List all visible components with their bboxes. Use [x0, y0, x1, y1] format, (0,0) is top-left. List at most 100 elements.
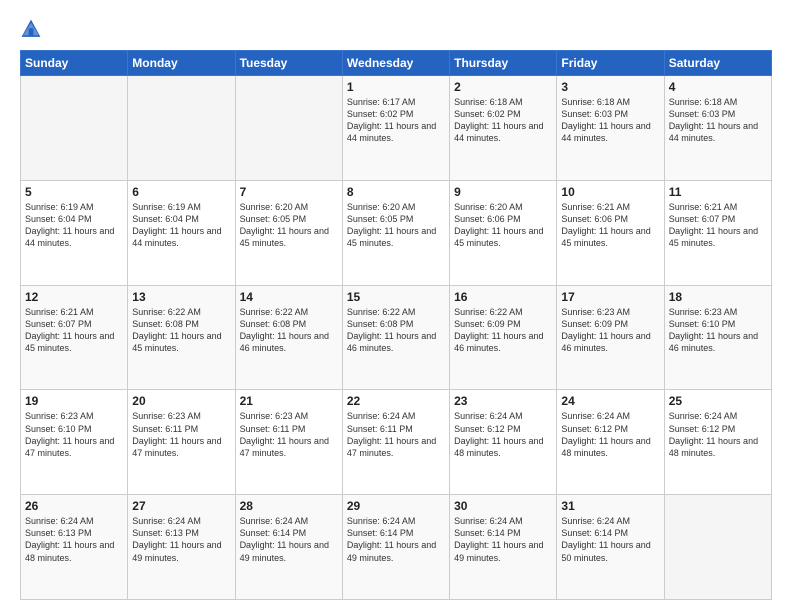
week-row-5: 26 Sunrise: 6:24 AM Sunset: 6:13 PM Dayli…	[21, 495, 772, 600]
cell-text: Sunrise: 6:21 AM Sunset: 6:07 PM Dayligh…	[669, 201, 767, 250]
weekday-header-thursday: Thursday	[450, 51, 557, 76]
cell-text: Sunrise: 6:21 AM Sunset: 6:06 PM Dayligh…	[561, 201, 659, 250]
page: SundayMondayTuesdayWednesdayThursdayFrid…	[0, 0, 792, 612]
day-number: 27	[132, 499, 230, 513]
day-number: 5	[25, 185, 123, 199]
calendar-cell: 29 Sunrise: 6:24 AM Sunset: 6:14 PM Dayli…	[342, 495, 449, 600]
calendar-cell: 10 Sunrise: 6:21 AM Sunset: 6:06 PM Dayli…	[557, 180, 664, 285]
day-number: 9	[454, 185, 552, 199]
weekday-header-row: SundayMondayTuesdayWednesdayThursdayFrid…	[21, 51, 772, 76]
week-row-4: 19Sunrise: 6:23 AM Sunset: 6:10 PM Dayli…	[21, 390, 772, 495]
calendar-cell: 8 Sunrise: 6:20 AM Sunset: 6:05 PM Daylig…	[342, 180, 449, 285]
day-number: 17	[561, 290, 659, 304]
calendar-cell: 30 Sunrise: 6:24 AM Sunset: 6:14 PM Dayli…	[450, 495, 557, 600]
cell-text: Sunrise: 6:24 AM Sunset: 6:14 PM Dayligh…	[347, 515, 445, 564]
calendar: SundayMondayTuesdayWednesdayThursdayFrid…	[20, 50, 772, 600]
cell-text: Sunrise: 6:23 AM Sunset: 6:11 PM Dayligh…	[132, 410, 230, 459]
calendar-cell	[128, 76, 235, 181]
day-number: 1	[347, 80, 445, 94]
calendar-cell: 4Sunrise: 6:18 AM Sunset: 6:03 PM Daylig…	[664, 76, 771, 181]
day-number: 29	[347, 499, 445, 513]
day-number: 11	[669, 185, 767, 199]
calendar-cell: 16Sunrise: 6:22 AM Sunset: 6:09 PM Dayli…	[450, 285, 557, 390]
calendar-cell: 25 Sunrise: 6:24 AM Sunset: 6:12 PM Dayli…	[664, 390, 771, 495]
day-number: 2	[454, 80, 552, 94]
weekday-header-saturday: Saturday	[664, 51, 771, 76]
day-number: 23	[454, 394, 552, 408]
calendar-cell: 31Sunrise: 6:24 AM Sunset: 6:14 PM Dayli…	[557, 495, 664, 600]
day-number: 26	[25, 499, 123, 513]
calendar-cell: 18 Sunrise: 6:23 AM Sunset: 6:10 PM Dayli…	[664, 285, 771, 390]
weekday-header-monday: Monday	[128, 51, 235, 76]
calendar-cell: 24Sunrise: 6:24 AM Sunset: 6:12 PM Dayli…	[557, 390, 664, 495]
cell-text: Sunrise: 6:18 AM Sunset: 6:02 PM Dayligh…	[454, 96, 552, 145]
calendar-cell: 21 Sunrise: 6:23 AM Sunset: 6:11 PM Dayli…	[235, 390, 342, 495]
cell-text: Sunrise: 6:19 AM Sunset: 6:04 PM Dayligh…	[132, 201, 230, 250]
logo-icon	[20, 18, 42, 40]
calendar-cell: 7 Sunrise: 6:20 AM Sunset: 6:05 PM Daylig…	[235, 180, 342, 285]
calendar-cell: 20 Sunrise: 6:23 AM Sunset: 6:11 PM Dayli…	[128, 390, 235, 495]
calendar-cell: 22 Sunrise: 6:24 AM Sunset: 6:11 PM Dayli…	[342, 390, 449, 495]
calendar-cell: 15 Sunrise: 6:22 AM Sunset: 6:08 PM Dayli…	[342, 285, 449, 390]
cell-text: Sunrise: 6:18 AM Sunset: 6:03 PM Dayligh…	[669, 96, 767, 145]
day-number: 8	[347, 185, 445, 199]
calendar-cell: 3Sunrise: 6:18 AM Sunset: 6:03 PM Daylig…	[557, 76, 664, 181]
day-number: 10	[561, 185, 659, 199]
cell-text: Sunrise: 6:24 AM Sunset: 6:12 PM Dayligh…	[561, 410, 659, 459]
day-number: 22	[347, 394, 445, 408]
day-number: 20	[132, 394, 230, 408]
day-number: 14	[240, 290, 338, 304]
cell-text: Sunrise: 6:22 AM Sunset: 6:08 PM Dayligh…	[240, 306, 338, 355]
cell-text: Sunrise: 6:22 AM Sunset: 6:09 PM Dayligh…	[454, 306, 552, 355]
cell-text: Sunrise: 6:22 AM Sunset: 6:08 PM Dayligh…	[347, 306, 445, 355]
calendar-cell: 6 Sunrise: 6:19 AM Sunset: 6:04 PM Daylig…	[128, 180, 235, 285]
day-number: 3	[561, 80, 659, 94]
calendar-cell: 27 Sunrise: 6:24 AM Sunset: 6:13 PM Dayli…	[128, 495, 235, 600]
calendar-cell: 14 Sunrise: 6:22 AM Sunset: 6:08 PM Dayli…	[235, 285, 342, 390]
day-number: 7	[240, 185, 338, 199]
calendar-cell: 9 Sunrise: 6:20 AM Sunset: 6:06 PM Daylig…	[450, 180, 557, 285]
calendar-cell: 12 Sunrise: 6:21 AM Sunset: 6:07 PM Dayli…	[21, 285, 128, 390]
cell-text: Sunrise: 6:23 AM Sunset: 6:10 PM Dayligh…	[669, 306, 767, 355]
week-row-2: 5 Sunrise: 6:19 AM Sunset: 6:04 PM Daylig…	[21, 180, 772, 285]
day-number: 15	[347, 290, 445, 304]
cell-text: Sunrise: 6:23 AM Sunset: 6:11 PM Dayligh…	[240, 410, 338, 459]
cell-text: Sunrise: 6:23 AM Sunset: 6:09 PM Dayligh…	[561, 306, 659, 355]
cell-text: Sunrise: 6:22 AM Sunset: 6:08 PM Dayligh…	[132, 306, 230, 355]
cell-text: Sunrise: 6:20 AM Sunset: 6:05 PM Dayligh…	[240, 201, 338, 250]
day-number: 6	[132, 185, 230, 199]
cell-text: Sunrise: 6:20 AM Sunset: 6:06 PM Dayligh…	[454, 201, 552, 250]
cell-text: Sunrise: 6:24 AM Sunset: 6:12 PM Dayligh…	[669, 410, 767, 459]
day-number: 12	[25, 290, 123, 304]
day-number: 18	[669, 290, 767, 304]
cell-text: Sunrise: 6:24 AM Sunset: 6:14 PM Dayligh…	[454, 515, 552, 564]
calendar-cell	[664, 495, 771, 600]
logo	[20, 18, 46, 40]
cell-text: Sunrise: 6:24 AM Sunset: 6:12 PM Dayligh…	[454, 410, 552, 459]
day-number: 21	[240, 394, 338, 408]
day-number: 31	[561, 499, 659, 513]
week-row-1: 1 Sunrise: 6:17 AM Sunset: 6:02 PM Daylig…	[21, 76, 772, 181]
calendar-cell: 23 Sunrise: 6:24 AM Sunset: 6:12 PM Dayli…	[450, 390, 557, 495]
week-row-3: 12 Sunrise: 6:21 AM Sunset: 6:07 PM Dayli…	[21, 285, 772, 390]
header	[20, 18, 772, 40]
cell-text: Sunrise: 6:24 AM Sunset: 6:13 PM Dayligh…	[132, 515, 230, 564]
day-number: 19	[25, 394, 123, 408]
cell-text: Sunrise: 6:17 AM Sunset: 6:02 PM Dayligh…	[347, 96, 445, 145]
cell-text: Sunrise: 6:20 AM Sunset: 6:05 PM Dayligh…	[347, 201, 445, 250]
cell-text: Sunrise: 6:24 AM Sunset: 6:13 PM Dayligh…	[25, 515, 123, 564]
weekday-header-wednesday: Wednesday	[342, 51, 449, 76]
calendar-cell: 13 Sunrise: 6:22 AM Sunset: 6:08 PM Dayli…	[128, 285, 235, 390]
calendar-cell: 11 Sunrise: 6:21 AM Sunset: 6:07 PM Dayli…	[664, 180, 771, 285]
cell-text: Sunrise: 6:21 AM Sunset: 6:07 PM Dayligh…	[25, 306, 123, 355]
weekday-header-friday: Friday	[557, 51, 664, 76]
day-number: 25	[669, 394, 767, 408]
calendar-cell: 17 Sunrise: 6:23 AM Sunset: 6:09 PM Dayli…	[557, 285, 664, 390]
calendar-cell	[235, 76, 342, 181]
cell-text: Sunrise: 6:24 AM Sunset: 6:11 PM Dayligh…	[347, 410, 445, 459]
day-number: 30	[454, 499, 552, 513]
weekday-header-tuesday: Tuesday	[235, 51, 342, 76]
day-number: 13	[132, 290, 230, 304]
calendar-cell: 28Sunrise: 6:24 AM Sunset: 6:14 PM Dayli…	[235, 495, 342, 600]
cell-text: Sunrise: 6:24 AM Sunset: 6:14 PM Dayligh…	[240, 515, 338, 564]
